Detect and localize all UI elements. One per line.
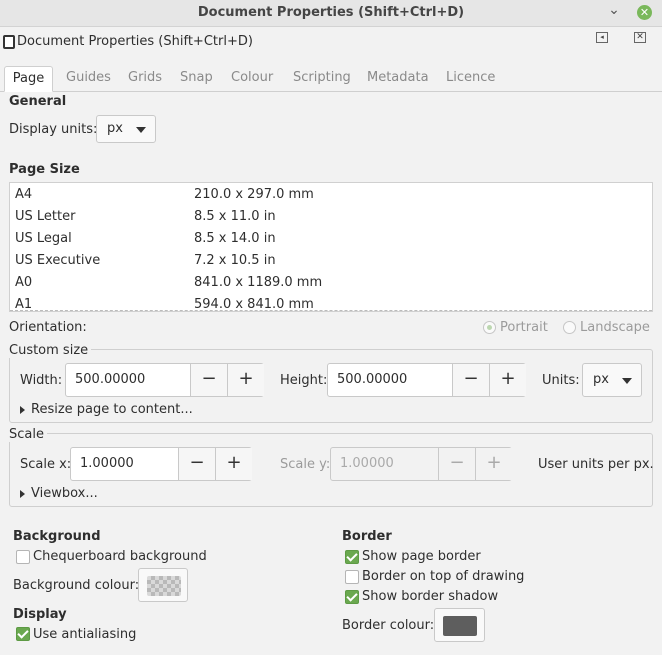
landscape-label: Landscape [580,320,650,335]
page-size-list[interactable]: A4 210.0 x 297.0 mm US Letter 8.5 x 11.0 i… [9,182,653,312]
list-item[interactable]: US Legal 8.5 x 14.0 in [10,228,652,250]
window-titlebar: Document Properties (Shift+Ctrl+D) ⌄ ✕ [0,0,662,27]
height-spinbox[interactable]: 500.00000 − + [327,363,526,397]
border-on-top-label: Border on top of drawing [362,569,525,584]
list-item[interactable]: US Executive 7.2 x 10.5 in [10,250,652,272]
chevron-down-icon [622,378,632,384]
tab-licence[interactable]: Licence [440,66,501,92]
resize-page-label: Resize page to content... [31,402,193,417]
orientation-label: Orientation: [9,320,87,335]
general-heading: General [9,94,67,109]
increment-button[interactable]: + [489,364,526,396]
scale-y-label: Scale y: [280,457,331,472]
decrement-button[interactable]: − [452,364,489,396]
border-colour-label: Border colour: [342,618,435,633]
tab-grids[interactable]: Grids [122,66,168,92]
iconify-icon[interactable]: ◂ [596,32,608,43]
units-label: Units: [542,373,580,388]
width-value: 500.00000 [75,372,146,387]
increment-button[interactable]: + [215,448,252,480]
border-shadow-checkbox[interactable] [345,590,359,604]
scale-y-value: 1.00000 [340,456,394,471]
background-heading: Background [13,529,101,544]
show-border-label: Show page border [362,549,481,564]
resize-page-expander[interactable]: Resize page to content... [20,402,193,417]
decrement-button[interactable]: − [178,448,215,480]
tab-page[interactable]: Page [4,66,53,92]
antialiasing-checkbox[interactable] [16,627,30,641]
list-item[interactable]: US Letter 8.5 x 11.0 in [10,206,652,228]
width-spinbox[interactable]: 500.00000 − + [65,363,264,397]
increment-button[interactable]: + [475,448,512,480]
scale-x-value: 1.00000 [80,456,134,471]
user-units-label: User units per px. [538,457,654,472]
display-units-select[interactable]: px [96,115,156,143]
border-on-top-checkbox[interactable] [345,570,359,584]
background-colour-button[interactable] [138,568,188,602]
scale-x-label: Scale x: [20,457,72,472]
viewbox-label: Viewbox... [31,486,98,501]
tab-colour[interactable]: Colour [225,66,279,92]
document-icon [3,35,15,49]
display-units-value: px [107,121,123,136]
scale-heading: Scale [9,427,47,442]
border-colour-swatch [443,616,477,636]
width-label: Width: [20,373,63,388]
dock-close-icon[interactable]: ✕ [634,32,646,43]
viewbox-expander[interactable]: Viewbox... [20,486,98,501]
close-icon[interactable]: ✕ [637,5,652,20]
decrement-button[interactable]: − [438,448,475,480]
border-heading: Border [342,529,392,544]
portrait-radio[interactable] [483,321,496,334]
decrement-button[interactable]: − [190,364,227,396]
page-size-heading: Page Size [9,162,80,177]
minimize-icon[interactable]: ⌄ [606,3,622,19]
chequerboard-checkbox[interactable] [16,550,30,564]
scale-x-spinbox[interactable]: 1.00000 − + [70,447,252,481]
list-item[interactable]: A4 210.0 x 297.0 mm [10,184,652,206]
border-colour-button[interactable] [434,608,485,642]
tab-scripting[interactable]: Scripting [287,66,357,92]
chequerboard-label: Chequerboard background [33,549,207,564]
landscape-radio[interactable] [563,321,576,334]
custom-size-heading: Custom size [9,343,92,358]
window-title: Document Properties (Shift+Ctrl+D) [197,5,465,20]
expander-arrow-icon [20,405,25,414]
tab-guides[interactable]: Guides [60,66,117,92]
tab-snap[interactable]: Snap [174,66,219,92]
scale-y-spinbox[interactable]: 1.00000 − + [330,447,512,481]
increment-button[interactable]: + [227,364,264,396]
height-value: 500.00000 [337,372,408,387]
border-shadow-label: Show border shadow [362,589,499,604]
display-heading: Display [13,607,67,622]
tab-metadata[interactable]: Metadata [361,66,435,92]
list-item[interactable]: A0 841.0 x 1189.0 mm [10,272,652,294]
portrait-label: Portrait [500,320,548,335]
background-colour-label: Background colour: [13,578,140,593]
units-select[interactable]: px [582,363,642,397]
background-colour-swatch [147,576,181,596]
chevron-down-icon [136,127,146,133]
dock-title: Document Properties (Shift+Ctrl+D) [17,34,253,49]
list-divider [10,310,652,311]
antialiasing-label: Use antialiasing [33,627,137,642]
units-value: px [593,372,609,387]
expander-arrow-icon [20,489,25,498]
display-units-label: Display units: [9,122,98,137]
show-border-checkbox[interactable] [345,550,359,564]
height-label: Height: [280,373,328,388]
